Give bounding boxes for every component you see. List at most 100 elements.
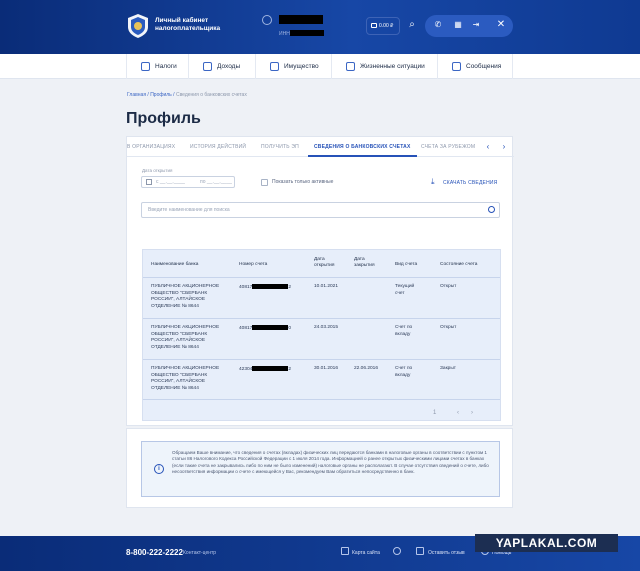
bank-name: ПУБЛИЧНОЕ АКЦИОНЕРНОЕ ОБЩЕСТВО "СБЕРБАНК… [151,284,220,309]
tab-foreign-accounts[interactable]: СЧЕТА ЗА РУБЕЖОМ [421,137,475,157]
tab-get-signature[interactable]: ПОЛУЧИТЬ ЭП [261,137,299,157]
wallet-balance: 0.00 ₽ [379,23,394,29]
chevron-right-icon[interactable]: › [500,142,508,152]
info-icon: i [154,464,164,474]
bank-name: ПУБЛИЧНОЕ АКЦИОНЕРНОЕ ОБЩЕСТВО "СБЕРБАНК… [151,325,220,350]
col-header-account: Номер счета [239,262,268,267]
sitemap-link[interactable]: Карта сайта [352,550,380,556]
hotline-phone[interactable]: 8-800-222-2222 [126,548,183,557]
date-range-input[interactable]: с __.__.____ по __.__.____ [141,176,235,188]
nav-item-life-situations[interactable]: Жизненные ситуации [331,54,437,79]
page-prev-icon[interactable]: ‹ [457,410,459,416]
header: Личный кабинет налогоплательщика ИНН 0.0… [0,0,640,54]
only-active-label[interactable]: Показать только активные [272,179,333,185]
income-icon [203,62,212,71]
messages-icon [452,62,461,71]
account-number: 40817 0 [239,325,291,332]
wallet-button[interactable]: 0.00 ₽ [366,17,400,35]
account-suffix: 2 [288,366,292,372]
nav-item-label: Сообщения [466,63,502,70]
accessibility-eye-icon[interactable] [393,547,401,555]
accounts-table: Наименование банка Номер счета Дата откр… [142,249,501,421]
user-name-redacted[interactable] [279,15,323,24]
fns-logo-icon[interactable] [126,13,150,39]
page-title: Профиль [126,110,201,127]
search-icon[interactable]: ⌕ [405,18,419,32]
tab-organizations[interactable]: В ОРГАНИЗАЦИЯХ [127,137,175,157]
table-row[interactable]: ПУБЛИЧНОЕ АКЦИОНЕРНОЕ ОБЩЕСТВО "СБЕРБАНК… [143,318,500,359]
account-prefix: 42304 [239,366,253,372]
download-button[interactable]: СКАЧАТЬ СВЕДЕНИЯ [443,180,498,186]
date-filter-label: Дата открытия [142,168,173,173]
table-row[interactable]: ПУБЛИЧНОЕ АКЦИОНЕРНОЕ ОБЩЕСТВО "СБЕРБАНК… [143,277,500,318]
col-header-bank: Наименование банка [151,262,199,267]
feedback-icon [416,547,424,555]
chevron-left-icon[interactable]: ‹ [484,142,492,152]
nav-item-income[interactable]: Доходы [188,54,255,79]
nav-item-taxes[interactable]: Налоги [126,54,188,79]
nav-item-label: Доходы [217,63,241,70]
inn-value-redacted [290,30,324,36]
contact-center-label: Контакт-центр [183,550,217,556]
account-status: Открыт [440,284,457,289]
brand-line-1: Личный кабинет [155,17,209,24]
notice-text: Обращаем Ваше внимание, что сведения о с… [172,450,489,475]
tab-history[interactable]: ИСТОРИЯ ДЕЙСТВИЙ [190,137,246,157]
col-header-closed: Дата закрытия [354,257,375,268]
tab-bank-accounts[interactable]: СВЕДЕНИЯ О БАНКОВСКИХ СЧЕТАХ [308,137,417,157]
col-header-opened: Дата открытия [314,257,335,268]
table-row[interactable]: ПУБЛИЧНОЕ АКЦИОНЕРНОЕ ОБЩЕСТВО "СБЕРБАНК… [143,359,500,400]
account-type: Счет по вкладу [395,366,413,378]
life-situations-icon [346,62,355,71]
opened-date: 10.01.2021 [314,284,339,289]
breadcrumb-profile[interactable]: Профиль [150,92,172,98]
profile-tabs: В ОРГАНИЗАЦИЯХ ИСТОРИЯ ДЕЙСТВИЙ ПОЛУЧИТЬ… [127,137,514,157]
download-icon[interactable]: ⤓ [431,178,435,186]
account-number: 40817 2 [239,284,291,291]
close-icon[interactable]: ✕ [494,18,508,32]
account-prefix: 40817 [239,284,253,290]
breadcrumb: Главная / Профиль / Сведения о банковски… [127,92,247,98]
nav-item-messages[interactable]: Сообщения [437,54,513,79]
feedback-link[interactable]: Оставить отзыв [428,550,465,556]
nav-item-label: Налоги [155,63,177,70]
account-number: 42304 2 [239,366,291,373]
opened-date: 24.03.2015 [314,325,339,330]
nav-item-label: Имущество [284,63,319,70]
user-icon[interactable] [262,15,272,25]
nav-item-property[interactable]: Имущество [255,54,331,79]
notice-card: i Обращаем Ваше внимание, что сведения о… [126,428,513,508]
property-icon [270,62,279,71]
account-suffix: 0 [288,325,292,331]
taxes-icon [141,62,150,71]
info-notice: i Обращаем Ваше внимание, что сведения о… [141,441,500,497]
accounts-card: В ОРГАНИЗАЦИЯХ ИСТОРИЯ ДЕЙСТВИЙ ПОЛУЧИТЬ… [126,136,514,426]
wallet-icon [371,23,377,29]
brand-line-2: налогоплательщика [155,25,221,32]
account-status: Закрыт [440,366,456,371]
logout-icon[interactable]: ⇥ [469,18,483,32]
sitemap-icon [341,547,349,555]
inn-label: ИНН [279,31,290,37]
account-redacted [252,325,289,330]
search-icon[interactable] [488,206,495,213]
account-redacted [252,366,289,371]
page-number[interactable]: 1 [433,410,436,416]
account-redacted [252,284,289,289]
only-active-checkbox[interactable] [261,179,268,186]
brand-title[interactable]: Личный кабинет налогоплательщика [155,17,220,33]
account-prefix: 40817 [239,325,253,331]
account-status: Открыт [440,325,457,330]
breadcrumb-home[interactable]: Главная [127,92,146,98]
calendar-icon [146,179,152,185]
main-nav: Налоги Доходы Имущество Жизненные ситуац… [0,54,640,79]
calendar-icon[interactable]: ▦ [451,18,465,32]
nav-item-label: Жизненные ситуации [360,63,425,70]
page-next-icon[interactable]: › [471,410,473,416]
search-input[interactable]: Введите наименование для поиска [141,202,500,218]
col-header-status: Состояние счета [440,262,478,267]
bank-name: ПУБЛИЧНОЕ АКЦИОНЕРНОЕ ОБЩЕСТВО "СБЕРБАНК… [151,366,220,391]
watermark: YAPLAKAL.COM [475,534,618,552]
opened-date: 30.01.2016 [314,366,339,371]
phone-icon[interactable]: ✆ [431,18,445,32]
